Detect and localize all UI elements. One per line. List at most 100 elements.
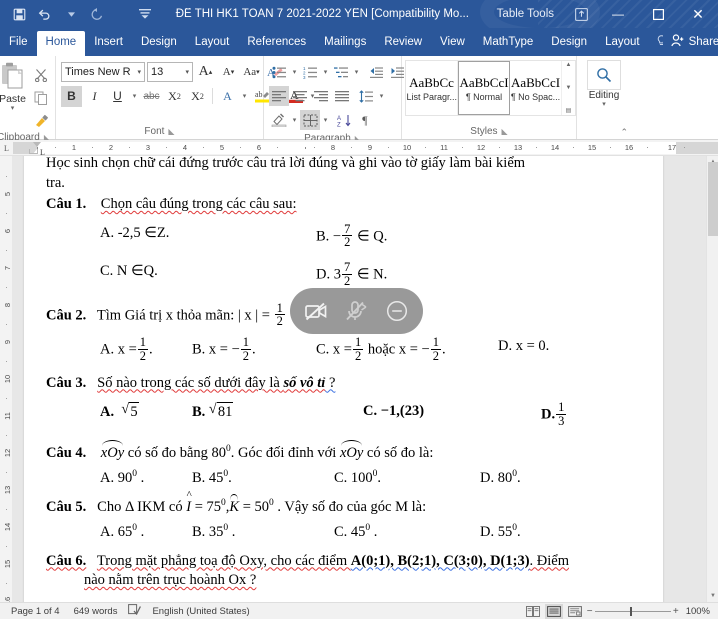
read-mode-view-button[interactable] (524, 604, 542, 619)
sort-icon[interactable]: AZ (334, 110, 354, 130)
shading-icon[interactable] (269, 110, 289, 130)
borders-icon[interactable] (300, 110, 320, 130)
tab-mathtype[interactable]: MathType (474, 31, 543, 56)
italic-button[interactable]: I (84, 86, 105, 107)
bullets-chevron-down-icon[interactable]: ▾ (290, 62, 299, 82)
line-spacing-chevron-down-icon[interactable]: ▾ (377, 86, 386, 106)
shrink-font-icon[interactable]: A ▾ (218, 62, 239, 83)
bold-button[interactable]: B (61, 85, 82, 107)
editing-chevron-down-icon[interactable]: ▾ (602, 100, 606, 108)
share-button[interactable]: Share (663, 30, 718, 56)
paste-chevron-down-icon[interactable]: ▾ (11, 104, 15, 112)
horizontal-ruler-track[interactable]: 1 2 3 4 5 6 8 9 10 11 12 13 14 15 16 17 … (13, 140, 718, 157)
zoom-handle[interactable] (629, 607, 632, 616)
horizontal-ruler[interactable]: L 1 2 3 4 5 6 8 9 10 11 12 13 14 15 16 1… (0, 140, 718, 157)
font-name-chevron-down-icon[interactable]: ▾ (137, 68, 141, 76)
tab-home[interactable]: Home (36, 31, 86, 56)
undo-dropdown-chevron-down-icon[interactable] (58, 2, 84, 26)
line-spacing-icon[interactable] (356, 86, 376, 106)
web-layout-view-button[interactable] (566, 604, 584, 619)
close-button[interactable]: ✕ (678, 0, 718, 28)
tab-file[interactable]: File (0, 31, 37, 56)
customize-quick-access-toolbar-icon[interactable] (132, 2, 158, 26)
tab-layout[interactable]: Layout (186, 31, 239, 56)
save-icon[interactable] (6, 2, 32, 26)
scroll-down-icon[interactable]: ▼ (707, 590, 718, 602)
styles-scroll-down-icon[interactable]: ▼ (566, 85, 572, 91)
leave-minimize-icon[interactable] (381, 295, 413, 327)
font-size-input[interactable]: 13 ▾ (147, 62, 193, 82)
numbering-icon[interactable]: 123 (300, 62, 320, 82)
redo-icon[interactable] (84, 2, 110, 26)
tab-view[interactable]: View (431, 31, 474, 56)
format-painter-icon[interactable] (30, 110, 52, 131)
tab-stop-selector-icon[interactable]: L (0, 140, 13, 156)
style-no-spacing[interactable]: AaBbCcI ¶ No Spac... (510, 61, 562, 115)
paste-button[interactable]: Paste ▾ (0, 60, 30, 112)
superscript-button[interactable]: X2 (187, 86, 208, 107)
style-list-paragraph[interactable]: AaBbCc List Paragr... (406, 61, 458, 115)
tell-me-search[interactable]: Tell me (649, 30, 663, 56)
minimize-button[interactable]: — (598, 0, 638, 28)
vertical-scrollbar[interactable]: ▲ ▼ (706, 156, 718, 602)
underline-chevron-down-icon[interactable]: ▾ (130, 86, 139, 107)
styles-scroll-up-icon[interactable]: ▲ (566, 62, 572, 68)
font-size-chevron-down-icon[interactable]: ▾ (185, 68, 189, 76)
zoom-level[interactable]: 100% (682, 606, 710, 617)
bullets-icon[interactable] (269, 62, 289, 82)
decrease-indent-icon[interactable] (366, 62, 386, 82)
tab-insert[interactable]: Insert (85, 31, 132, 56)
language-indicator[interactable]: English (United States) (145, 606, 256, 617)
word-count[interactable]: 649 words (67, 606, 125, 617)
copy-icon[interactable] (30, 87, 52, 108)
numbering-chevron-down-icon[interactable]: ▾ (321, 62, 330, 82)
cut-icon[interactable] (30, 64, 52, 85)
microphone-off-icon[interactable] (340, 295, 372, 327)
strikethrough-button[interactable]: abc (141, 86, 162, 107)
spell-check-icon[interactable] (124, 604, 145, 618)
scrollbar-thumb[interactable] (708, 162, 718, 236)
document-canvas[interactable]: Học sinh chọn chữ cái đứng trước câu trả… (13, 156, 718, 602)
undo-icon[interactable] (32, 2, 58, 26)
underline-button[interactable]: U (107, 86, 128, 107)
tab-table-tools-layout[interactable]: Layout (596, 31, 649, 56)
document-page[interactable]: Học sinh chọn chữ cái đứng trước câu trả… (24, 156, 663, 602)
first-line-indent-marker[interactable] (33, 142, 41, 147)
text-effects-icon[interactable]: A (217, 86, 238, 107)
grow-font-icon[interactable]: A ▴ (195, 62, 216, 83)
zoom-out-button[interactable]: − (587, 606, 593, 617)
text-effects-chevron-down-icon[interactable]: ▾ (240, 86, 249, 107)
right-indent-marker[interactable] (301, 149, 309, 154)
style-normal[interactable]: AaBbCcI ¶ Normal (458, 61, 510, 115)
print-layout-view-button[interactable] (544, 603, 563, 619)
align-left-icon[interactable] (269, 86, 289, 106)
collapse-ribbon-icon[interactable]: ⌃ (620, 127, 628, 138)
borders-chevron-down-icon[interactable]: ▾ (321, 110, 330, 130)
styles-more-icon[interactable]: ▤ (566, 107, 572, 114)
search-icon[interactable] (587, 60, 621, 90)
camera-off-icon[interactable] (300, 295, 332, 327)
justify-icon[interactable] (332, 86, 352, 106)
editing-button[interactable]: Editing ▾ (580, 60, 628, 108)
document-body[interactable]: Học sinh chọn chữ cái đứng trước câu trả… (24, 156, 663, 590)
multilevel-chevron-down-icon[interactable]: ▾ (352, 62, 361, 82)
zoom-slider[interactable]: − + (587, 605, 679, 617)
change-case-icon[interactable]: Aa ▾ (241, 62, 262, 83)
show-formatting-marks-icon[interactable]: ¶ (355, 110, 375, 130)
subscript-button[interactable]: X2 (164, 86, 185, 107)
tab-design[interactable]: Design (132, 31, 186, 56)
floating-meeting-toolbar[interactable] (290, 288, 423, 334)
restore-button[interactable] (638, 0, 678, 28)
tab-table-tools-design[interactable]: Design (542, 31, 596, 56)
zoom-in-button[interactable]: + (673, 606, 679, 617)
multilevel-list-icon[interactable] (331, 62, 351, 82)
tab-references[interactable]: References (238, 31, 315, 56)
tab-review[interactable]: Review (375, 31, 431, 56)
font-dialog-launcher-icon[interactable]: ◣ (168, 125, 174, 139)
font-name-input[interactable]: Times New R ▾ (61, 62, 145, 82)
left-indent-box[interactable] (29, 149, 38, 154)
ribbon-display-options-icon[interactable] (564, 0, 598, 28)
styles-dialog-launcher-icon[interactable]: ◣ (502, 125, 508, 139)
page-indicator[interactable]: Page 1 of 4 (4, 606, 67, 617)
shading-chevron-down-icon[interactable]: ▾ (290, 110, 299, 130)
